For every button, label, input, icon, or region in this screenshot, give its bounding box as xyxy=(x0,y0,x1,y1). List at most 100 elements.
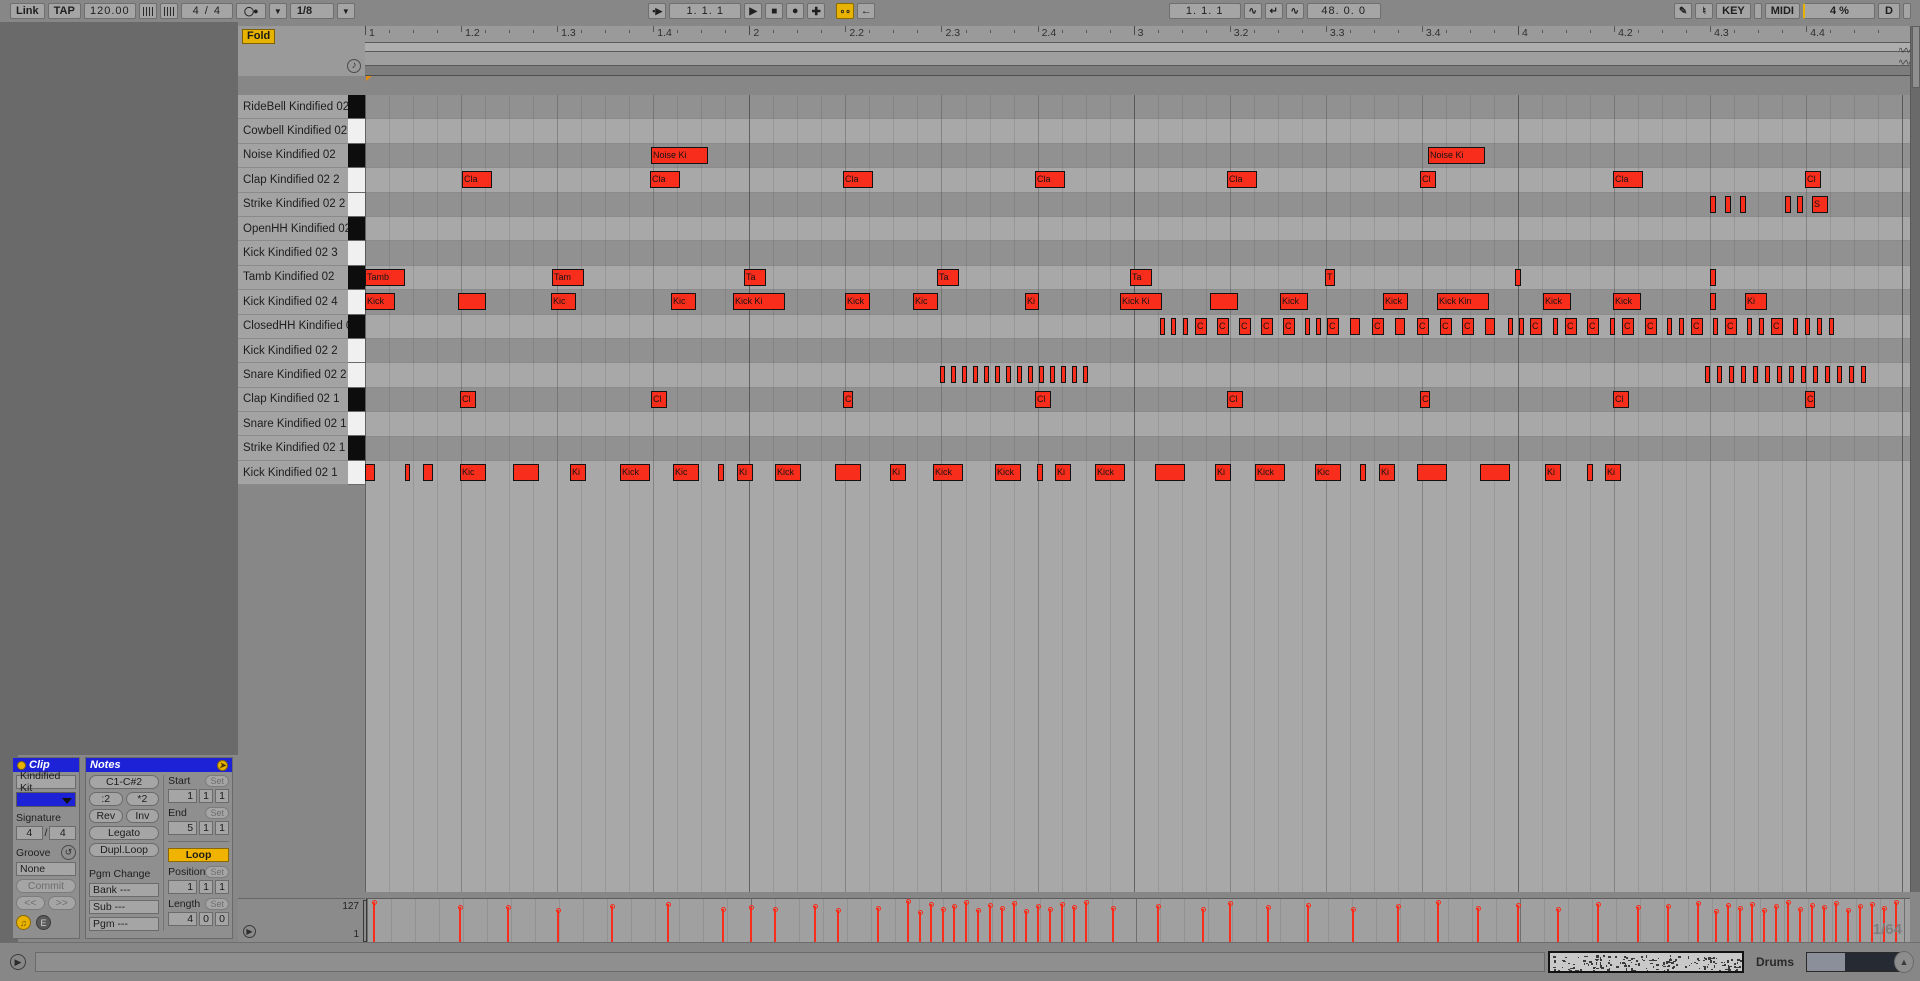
midi-note[interactable] xyxy=(1740,196,1746,213)
midi-note[interactable] xyxy=(1710,269,1716,286)
midi-note[interactable]: Cl xyxy=(1035,391,1051,408)
piano-icon[interactable]: ♮ xyxy=(1695,3,1713,19)
loop-length-field[interactable]: 48. 0. 0 xyxy=(1307,3,1381,19)
midi-note[interactable]: Kic xyxy=(460,464,486,481)
midi-note[interactable] xyxy=(1667,318,1672,335)
play-icon[interactable]: ▶ xyxy=(744,3,762,19)
velocity-handle[interactable] xyxy=(1596,902,1601,907)
velocity-handle[interactable] xyxy=(1666,904,1671,909)
timeline-ruler[interactable]: 1 1.2 1.3 1.4 2 2.2 2.3 2.4 3 3.2 3.3 3.4 4 4.2 4.3 4.4 xyxy=(365,26,1910,43)
velocity-handle[interactable] xyxy=(952,904,957,909)
midi-note[interactable]: Cla xyxy=(1035,171,1065,188)
piano-key-10[interactable] xyxy=(348,339,365,363)
notes-expand-icon[interactable]: ➤ xyxy=(217,760,228,771)
record-icon[interactable]: ● xyxy=(786,3,804,19)
midi-note[interactable]: Kick xyxy=(1280,293,1308,310)
track-row-8[interactable]: Kick Kindified 02 4 xyxy=(238,290,365,314)
midi-note[interactable] xyxy=(1741,366,1746,383)
midi-note[interactable] xyxy=(365,464,375,481)
velocity-stem[interactable] xyxy=(907,901,909,942)
midi-note[interactable]: Cl xyxy=(651,391,667,408)
nudge-icon[interactable] xyxy=(160,3,178,19)
velocity-handle[interactable] xyxy=(1201,907,1206,912)
velocity-stem[interactable] xyxy=(1025,911,1027,942)
velocity-stem[interactable] xyxy=(1697,903,1699,942)
midi-note[interactable] xyxy=(1805,318,1810,335)
midi-note[interactable] xyxy=(1725,196,1731,213)
track-row-6[interactable]: Kick Kindified 02 3 xyxy=(238,241,365,265)
midi-note[interactable]: C xyxy=(1327,318,1339,335)
midi-note[interactable] xyxy=(1050,366,1055,383)
velocity-stem[interactable] xyxy=(557,910,559,942)
midi-note[interactable]: Kick xyxy=(775,464,801,481)
midi-note[interactable]: Kick xyxy=(1543,293,1571,310)
midi-note[interactable] xyxy=(1017,366,1022,383)
note-lane-1[interactable] xyxy=(365,119,1910,143)
sub-field[interactable]: Sub --- xyxy=(89,900,159,914)
velocity-editor[interactable] xyxy=(366,898,1910,942)
midi-note[interactable] xyxy=(405,464,410,481)
arrow-left-icon[interactable]: ← xyxy=(857,3,875,19)
velocity-stem[interactable] xyxy=(459,907,461,942)
velocity-stem[interactable] xyxy=(1847,910,1849,942)
velocity-stem[interactable] xyxy=(1085,902,1087,942)
velocity-handle[interactable] xyxy=(1750,902,1755,907)
velocity-handle[interactable] xyxy=(458,905,463,910)
note-lane-0[interactable] xyxy=(365,95,1910,119)
legato-button[interactable]: Legato xyxy=(89,826,159,840)
midi-note[interactable] xyxy=(1360,464,1366,481)
midi-note[interactable]: C xyxy=(1195,318,1207,335)
velocity-handle[interactable] xyxy=(813,904,818,909)
velocity-handle[interactable] xyxy=(749,905,754,910)
groove-hot-swap-icon[interactable]: ↺ xyxy=(61,845,76,860)
midi-note[interactable]: Ki xyxy=(1545,464,1561,481)
midi-note[interactable]: C xyxy=(1530,318,1542,335)
velocity-stem[interactable] xyxy=(1307,905,1309,942)
piano-key-2[interactable] xyxy=(348,144,365,168)
midi-note[interactable]: Cla xyxy=(650,171,680,188)
velocity-stem[interactable] xyxy=(1637,907,1639,942)
velocity-handle[interactable] xyxy=(556,908,561,913)
midi-note[interactable]: Noise Ki xyxy=(1428,147,1485,164)
loop-brace-bar[interactable] xyxy=(365,43,1910,52)
midi-note[interactable]: Kic xyxy=(671,293,696,310)
midi-note[interactable] xyxy=(1028,366,1033,383)
track-row-10[interactable]: Kick Kindified 02 2 xyxy=(238,339,365,363)
automation-icon[interactable]: ∘∘ xyxy=(836,3,854,19)
velocity-stem[interactable] xyxy=(1557,909,1559,942)
note-lane-11[interactable] xyxy=(365,363,1910,387)
position-beat-field[interactable]: 1 xyxy=(199,880,213,894)
velocity-handle[interactable] xyxy=(1000,906,1005,911)
velocity-handle[interactable] xyxy=(1306,903,1311,908)
velocity-handle[interactable] xyxy=(1810,903,1815,908)
velocity-stem[interactable] xyxy=(1811,905,1813,942)
track-row-5[interactable]: OpenHH Kindified 02 xyxy=(238,217,365,241)
velocity-stem[interactable] xyxy=(1859,906,1861,942)
midi-note[interactable] xyxy=(1829,318,1834,335)
velocity-handle[interactable] xyxy=(773,907,778,912)
midi-note[interactable] xyxy=(1587,464,1593,481)
midi-note[interactable]: Ki xyxy=(890,464,906,481)
velocity-handle[interactable] xyxy=(1084,900,1089,905)
velocity-handle[interactable] xyxy=(372,900,377,905)
midi-note[interactable]: C xyxy=(1261,318,1273,335)
tap-tempo-button[interactable]: TAP xyxy=(48,3,81,19)
note-lane-5[interactable] xyxy=(365,217,1910,241)
velocity-handle[interactable] xyxy=(1556,907,1561,912)
midi-note[interactable] xyxy=(1837,366,1842,383)
loop-icon[interactable]: ↵ xyxy=(1265,3,1283,19)
velocity-handle[interactable] xyxy=(1516,903,1521,908)
midi-note[interactable] xyxy=(1610,318,1615,335)
clip-color-selector[interactable] xyxy=(16,792,76,807)
velocity-handle[interactable] xyxy=(1714,909,1719,914)
key-map-button[interactable]: KEY xyxy=(1716,3,1751,19)
length-bar-field[interactable]: 4 xyxy=(168,912,197,926)
velocity-handle[interactable] xyxy=(1858,904,1863,909)
midi-note[interactable] xyxy=(458,293,486,310)
velocity-handle[interactable] xyxy=(1048,907,1053,912)
velocity-stem[interactable] xyxy=(1437,902,1439,942)
midi-note[interactable] xyxy=(962,366,967,383)
midi-note[interactable] xyxy=(1508,318,1513,335)
midi-note[interactable] xyxy=(951,366,956,383)
piano-key-column[interactable] xyxy=(348,95,365,485)
